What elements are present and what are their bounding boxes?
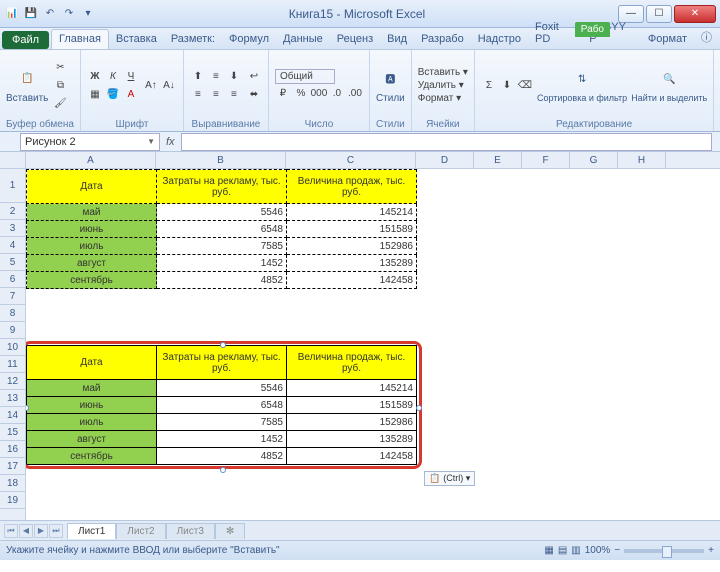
group-font-label: Шрифт	[87, 117, 177, 130]
select-all-corner[interactable]	[0, 152, 26, 169]
source-table[interactable]: ДатаЗатраты на рекламу, тыс. руб.Величин…	[26, 169, 417, 289]
tab-format[interactable]: Формат	[641, 30, 694, 49]
find-select-button[interactable]: 🔍 Найти и выделить	[631, 67, 707, 103]
undo-icon[interactable]: ↶	[42, 6, 58, 22]
tab-addins[interactable]: Надстро	[471, 30, 528, 49]
redo-icon[interactable]: ↷	[61, 6, 77, 22]
tab-layout[interactable]: Разметк:	[164, 30, 222, 49]
zoom-in-button[interactable]: +	[708, 545, 714, 556]
fill-icon[interactable]: ⬇	[499, 77, 515, 93]
inc-decimal-icon[interactable]: .0	[329, 86, 345, 102]
sheet-tab-2[interactable]: Лист2	[116, 523, 165, 539]
view-layout-icon[interactable]: ▤	[558, 545, 567, 556]
tab-review[interactable]: Реценз	[330, 30, 380, 49]
align-right-icon[interactable]: ≡	[226, 86, 242, 102]
group-cells-label: Ячейки	[418, 117, 468, 130]
help-icon[interactable]: ⓘ	[694, 26, 720, 49]
clear-icon[interactable]: ⌫	[517, 77, 533, 93]
fill-color-icon[interactable]: 🪣	[105, 86, 121, 102]
format-cells-button[interactable]: Формат ▾	[418, 93, 468, 104]
underline-button[interactable]: Ч	[123, 68, 139, 84]
tab-view[interactable]: Вид	[380, 30, 414, 49]
maximize-button[interactable]: ☐	[646, 5, 672, 23]
align-left-icon[interactable]: ≡	[190, 86, 206, 102]
zoom-slider[interactable]	[624, 549, 704, 553]
copy-icon[interactable]: ⧉	[52, 77, 68, 93]
ribbon-tabs: Файл Главная Вставка Разметк: Формул Дан…	[0, 28, 720, 50]
group-align-label: Выравнивание	[190, 117, 262, 130]
dec-decimal-icon[interactable]: .00	[347, 86, 363, 102]
excel-icon: 📊	[4, 6, 20, 22]
cut-icon[interactable]: ✂	[52, 59, 68, 75]
quick-access-toolbar[interactable]: 📊 💾 ↶ ↷ ▾	[4, 6, 96, 22]
row-headers[interactable]: 12345678910111213141516171819	[0, 169, 26, 520]
save-icon[interactable]: 💾	[23, 6, 39, 22]
border-icon[interactable]: ▦	[87, 86, 103, 102]
bold-button[interactable]: Ж	[87, 68, 103, 84]
formula-bar[interactable]	[181, 133, 712, 151]
align-middle-icon[interactable]: ≡	[208, 68, 224, 84]
zoom-level[interactable]: 100%	[585, 545, 611, 556]
tab-data[interactable]: Данные	[276, 30, 330, 49]
font-grow-icon[interactable]: A↑	[143, 77, 159, 93]
sheet-tab-1[interactable]: Лист1	[67, 523, 116, 539]
percent-icon[interactable]: %	[293, 86, 309, 102]
format-painter-icon[interactable]: 🖌	[52, 95, 68, 111]
fx-icon[interactable]: fx	[166, 136, 175, 148]
styles-button[interactable]: 🅰 Стили	[376, 67, 405, 104]
name-box[interactable]: Рисунок 2▼	[20, 133, 160, 151]
view-normal-icon[interactable]: ▦	[544, 545, 553, 556]
tab-developer[interactable]: Разрабо	[414, 30, 471, 49]
autosum-icon[interactable]: Σ	[481, 77, 497, 93]
font-color-icon[interactable]: A	[123, 86, 139, 102]
find-icon: 🔍	[657, 67, 681, 91]
tab-file[interactable]: Файл	[2, 31, 49, 49]
status-text: Укажите ячейку и нажмите ВВОД или выбери…	[6, 545, 280, 556]
sheet-nav[interactable]: ⏮◀▶⏭	[0, 524, 67, 538]
font-shrink-icon[interactable]: A↓	[161, 77, 177, 93]
group-clipboard-label: Буфер обмена	[6, 117, 74, 130]
close-button[interactable]: ✕	[674, 5, 716, 23]
align-top-icon[interactable]: ⬆	[190, 68, 206, 84]
number-format-dropdown[interactable]: Общий	[275, 69, 335, 84]
tab-insert[interactable]: Вставка	[109, 30, 164, 49]
align-bottom-icon[interactable]: ⬇	[226, 68, 242, 84]
sheet-tab-3[interactable]: Лист3	[166, 523, 215, 539]
clipboard-icon: 📋	[429, 473, 440, 484]
ribbon: 📋 Вставить ✂ ⧉ 🖌 Буфер обмена ЖКЧ ▦🪣A A↑…	[0, 50, 720, 132]
addin-badge: Рабо	[575, 22, 610, 37]
group-edit-label: Редактирование	[481, 117, 707, 130]
paste-button[interactable]: 📋 Вставить	[6, 67, 48, 104]
insert-cells-button[interactable]: Вставить ▾	[418, 67, 468, 78]
qat-dropdown-icon[interactable]: ▾	[80, 6, 96, 22]
currency-icon[interactable]: ₽	[275, 86, 291, 102]
delete-cells-button[interactable]: Удалить ▾	[418, 80, 468, 91]
paste-icon: 📋	[15, 67, 39, 91]
pasted-picture-table[interactable]: ДатаЗатраты на рекламу, тыс. руб.Величин…	[26, 345, 417, 465]
align-center-icon[interactable]: ≡	[208, 86, 224, 102]
comma-icon[interactable]: 000	[311, 86, 327, 102]
wrap-text-icon[interactable]: ↩	[246, 68, 262, 84]
tab-home[interactable]: Главная	[51, 29, 109, 49]
group-styles-label: Стили	[376, 117, 405, 130]
zoom-out-button[interactable]: −	[614, 545, 620, 556]
group-number-label: Число	[275, 117, 363, 130]
tab-formulas[interactable]: Формул	[222, 30, 276, 49]
view-break-icon[interactable]: ▥	[571, 545, 580, 556]
sort-filter-button[interactable]: ⇅ Сортировка и фильтр	[537, 67, 627, 103]
paste-options-smarttag[interactable]: 📋(Ctrl) ▾	[424, 471, 475, 486]
italic-button[interactable]: К	[105, 68, 121, 84]
styles-icon: 🅰	[378, 67, 402, 91]
new-sheet-button[interactable]: ✻	[215, 523, 245, 539]
sort-icon: ⇅	[570, 67, 594, 91]
merge-icon[interactable]: ⬌	[246, 86, 262, 102]
column-headers[interactable]: ABCDEFGH	[26, 152, 720, 169]
